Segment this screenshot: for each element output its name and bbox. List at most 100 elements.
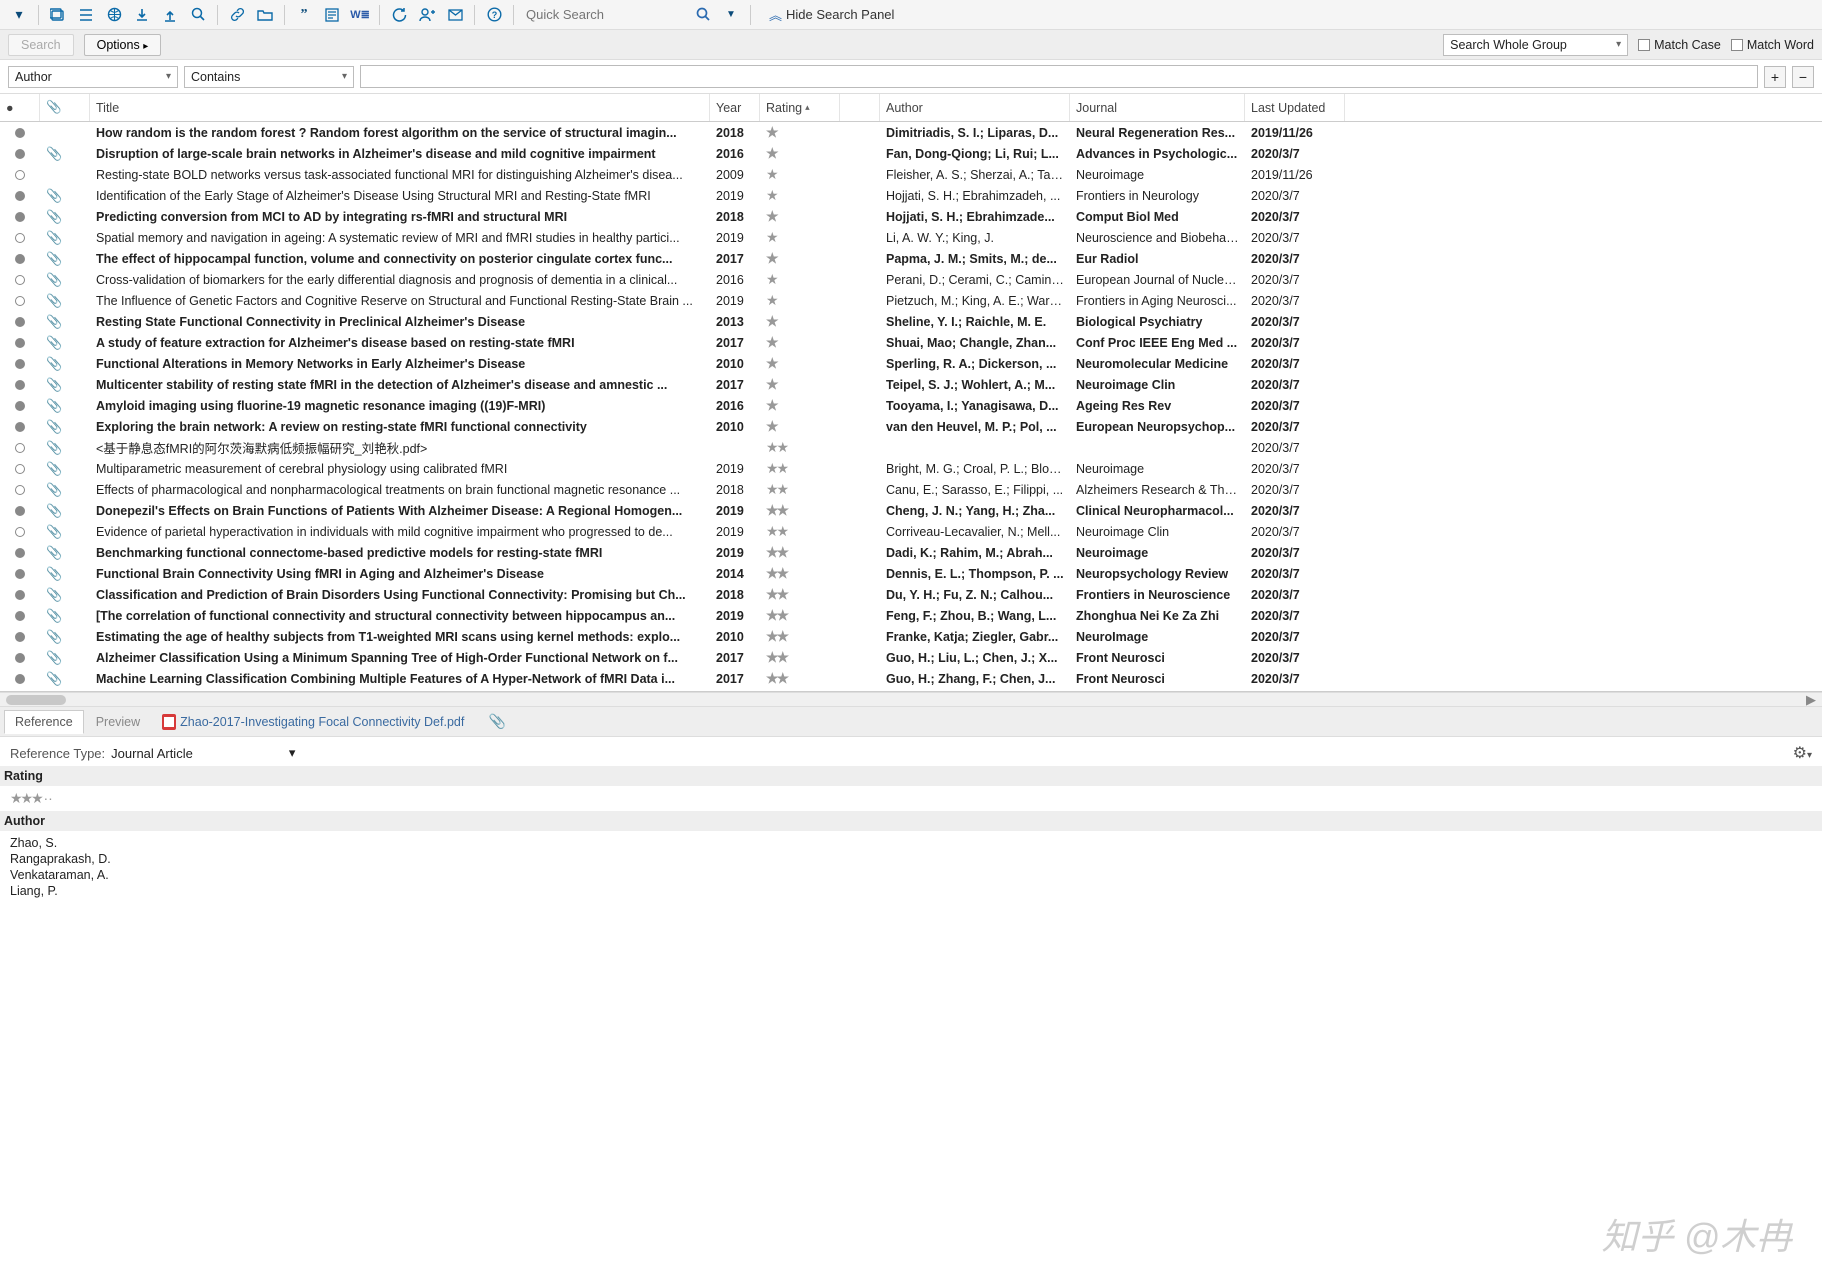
col-attachment[interactable]: 📎 [40, 94, 90, 121]
updated-cell: 2019/11/26 [1245, 168, 1345, 182]
attachment-cell: 📎 [40, 650, 90, 666]
tab-preview[interactable]: Preview [86, 711, 150, 733]
table-row[interactable]: 📎Multiparametric measurement of cerebral… [0, 458, 1822, 479]
hide-search-panel-button[interactable]: ︽ Hide Search Panel [769, 5, 894, 24]
word-export-icon[interactable]: W≣ [347, 3, 373, 27]
table-row[interactable]: 📎Functional Brain Connectivity Using fMR… [0, 563, 1822, 584]
globe-icon[interactable] [101, 3, 127, 27]
tab-pdf-file[interactable]: Zhao-2017-Investigating Focal Connectivi… [152, 710, 474, 734]
col-year[interactable]: Year [710, 94, 760, 121]
table-row[interactable]: 📎The Influence of Genetic Factors and Co… [0, 290, 1822, 311]
tab-reference[interactable]: Reference [4, 710, 84, 734]
table-row[interactable]: 📎<基于静息态fMRI的阿尔茨海默病低频振幅研究_刘艳秋.pdf>★★2020/… [0, 437, 1822, 458]
scroll-right-icon[interactable]: ▶ [1800, 692, 1822, 708]
title-cell: Cross-validation of biomarkers for the e… [90, 273, 710, 287]
search-dropdown-icon[interactable]: ▼ [718, 3, 744, 27]
table-row[interactable]: 📎Amyloid imaging using fluorine-19 magne… [0, 395, 1822, 416]
rating-cell: ★ [760, 187, 840, 204]
match-word-checkbox[interactable]: Match Word [1731, 38, 1814, 52]
table-row[interactable]: 📎Donepezil's Effects on Brain Functions … [0, 500, 1822, 521]
table-row[interactable]: 📎Multicenter stability of resting state … [0, 374, 1822, 395]
search-button[interactable]: Search [8, 34, 74, 56]
author-cell: Feng, F.; Zhou, B.; Wang, L... [880, 609, 1070, 623]
read-dot [0, 527, 40, 537]
updated-cell: 2019/11/26 [1245, 126, 1345, 140]
col-title[interactable]: Title [90, 94, 710, 121]
download-icon[interactable] [129, 3, 155, 27]
col-read[interactable]: ● [0, 94, 40, 121]
filter-field-select[interactable]: Author▾ [8, 66, 178, 88]
rating-cell: ★ [760, 250, 840, 267]
attachment-cell: 📎 [40, 230, 90, 246]
table-row[interactable]: 📎The effect of hippocampal function, vol… [0, 248, 1822, 269]
table-row[interactable]: 📎Predicting conversion from MCI to AD by… [0, 206, 1822, 227]
table-row[interactable]: 📎Functional Alterations in Memory Networ… [0, 353, 1822, 374]
help-icon[interactable]: ? [481, 3, 507, 27]
reference-list[interactable]: ● 📎 Title Year Rating ▴ Author Journal L… [0, 94, 1822, 692]
table-row[interactable]: 📎Evidence of parietal hyperactivation in… [0, 521, 1822, 542]
attach-file-icon[interactable]: 📎 [484, 710, 510, 734]
mail-icon[interactable] [442, 3, 468, 27]
author-cell: Papma, J. M.; Smits, M.; de... [880, 252, 1070, 266]
table-row[interactable]: 📎Resting State Functional Connectivity i… [0, 311, 1822, 332]
journal-cell: Zhonghua Nei Ke Za Zhi [1070, 609, 1245, 623]
rating-stars[interactable]: ★★★ · · [10, 790, 1812, 807]
folder-copy-icon[interactable] [45, 3, 71, 27]
read-dot [0, 653, 40, 663]
link-icon[interactable] [224, 3, 250, 27]
find-icon[interactable] [185, 3, 211, 27]
list-icon[interactable] [73, 3, 99, 27]
col-rating[interactable]: Rating ▴ [760, 94, 840, 121]
table-row[interactable]: 📎Identification of the Early Stage of Al… [0, 185, 1822, 206]
paperclip-icon: 📎 [46, 100, 62, 115]
table-row[interactable]: 📎Disruption of large-scale brain network… [0, 143, 1822, 164]
options-button[interactable]: Options ▸ [84, 34, 162, 56]
table-row[interactable]: 📎Classification and Prediction of Brain … [0, 584, 1822, 605]
add-filter-button[interactable]: + [1764, 66, 1786, 88]
table-row[interactable]: Resting-state BOLD networks versus task-… [0, 164, 1822, 185]
separator [379, 5, 380, 25]
table-row[interactable]: 📎A study of feature extraction for Alzhe… [0, 332, 1822, 353]
table-row[interactable]: 📎Estimating the age of healthy subjects … [0, 626, 1822, 647]
table-row[interactable]: 📎Spatial memory and navigation in ageing… [0, 227, 1822, 248]
hide-panel-label: Hide Search Panel [786, 7, 894, 22]
quick-search-input[interactable] [526, 7, 656, 22]
scrollbar-thumb[interactable] [6, 695, 66, 705]
title-cell: Resting State Functional Connectivity in… [90, 315, 710, 329]
horizontal-scrollbar[interactable]: ▶ [0, 692, 1822, 707]
gear-icon[interactable]: ⚙▾ [1793, 743, 1812, 763]
sync-icon[interactable] [386, 3, 412, 27]
upload-icon[interactable] [157, 3, 183, 27]
add-user-icon[interactable] [414, 3, 440, 27]
filter-value-input[interactable] [360, 65, 1758, 88]
search-scope-select[interactable]: Search Whole Group▾ [1443, 34, 1628, 56]
table-row[interactable]: 📎Alzheimer Classification Using a Minimu… [0, 647, 1822, 668]
col-journal[interactable]: Journal [1070, 94, 1245, 121]
note-icon[interactable] [319, 3, 345, 27]
author-cell: Teipel, S. J.; Wohlert, A.; M... [880, 378, 1070, 392]
table-row[interactable]: 📎Exploring the brain network: A review o… [0, 416, 1822, 437]
separator [38, 5, 39, 25]
updated-cell: 2020/3/7 [1245, 315, 1345, 329]
dropdown-icon[interactable]: ▾ [6, 3, 32, 27]
table-row[interactable]: 📎Cross-validation of biomarkers for the … [0, 269, 1822, 290]
table-row[interactable]: How random is the random forest ? Random… [0, 122, 1822, 143]
quote-icon[interactable]: ” [291, 3, 317, 27]
folder-open-icon[interactable] [252, 3, 278, 27]
year-cell: 2017 [710, 252, 760, 266]
table-row[interactable]: 📎Effects of pharmacological and nonpharm… [0, 479, 1822, 500]
col-updated[interactable]: Last Updated [1245, 94, 1345, 121]
match-case-checkbox[interactable]: Match Case [1638, 38, 1721, 52]
reference-type-dropdown[interactable]: ▾ [289, 745, 296, 761]
read-dot [0, 422, 40, 432]
title-cell: Amyloid imaging using fluorine-19 magnet… [90, 399, 710, 413]
table-row[interactable]: 📎Benchmarking functional connectome-base… [0, 542, 1822, 563]
col-author[interactable]: Author [880, 94, 1070, 121]
title-cell: <基于静息态fMRI的阿尔茨海默病低频振幅研究_刘艳秋.pdf> [90, 438, 710, 457]
table-row[interactable]: 📎Machine Learning Classification Combini… [0, 668, 1822, 689]
remove-filter-button[interactable]: − [1792, 66, 1814, 88]
table-row[interactable]: 📎[The correlation of functional connecti… [0, 605, 1822, 626]
search-icon[interactable] [690, 3, 716, 27]
search-scope-value: Search Whole Group [1450, 38, 1567, 52]
filter-op-select[interactable]: Contains▾ [184, 66, 354, 88]
